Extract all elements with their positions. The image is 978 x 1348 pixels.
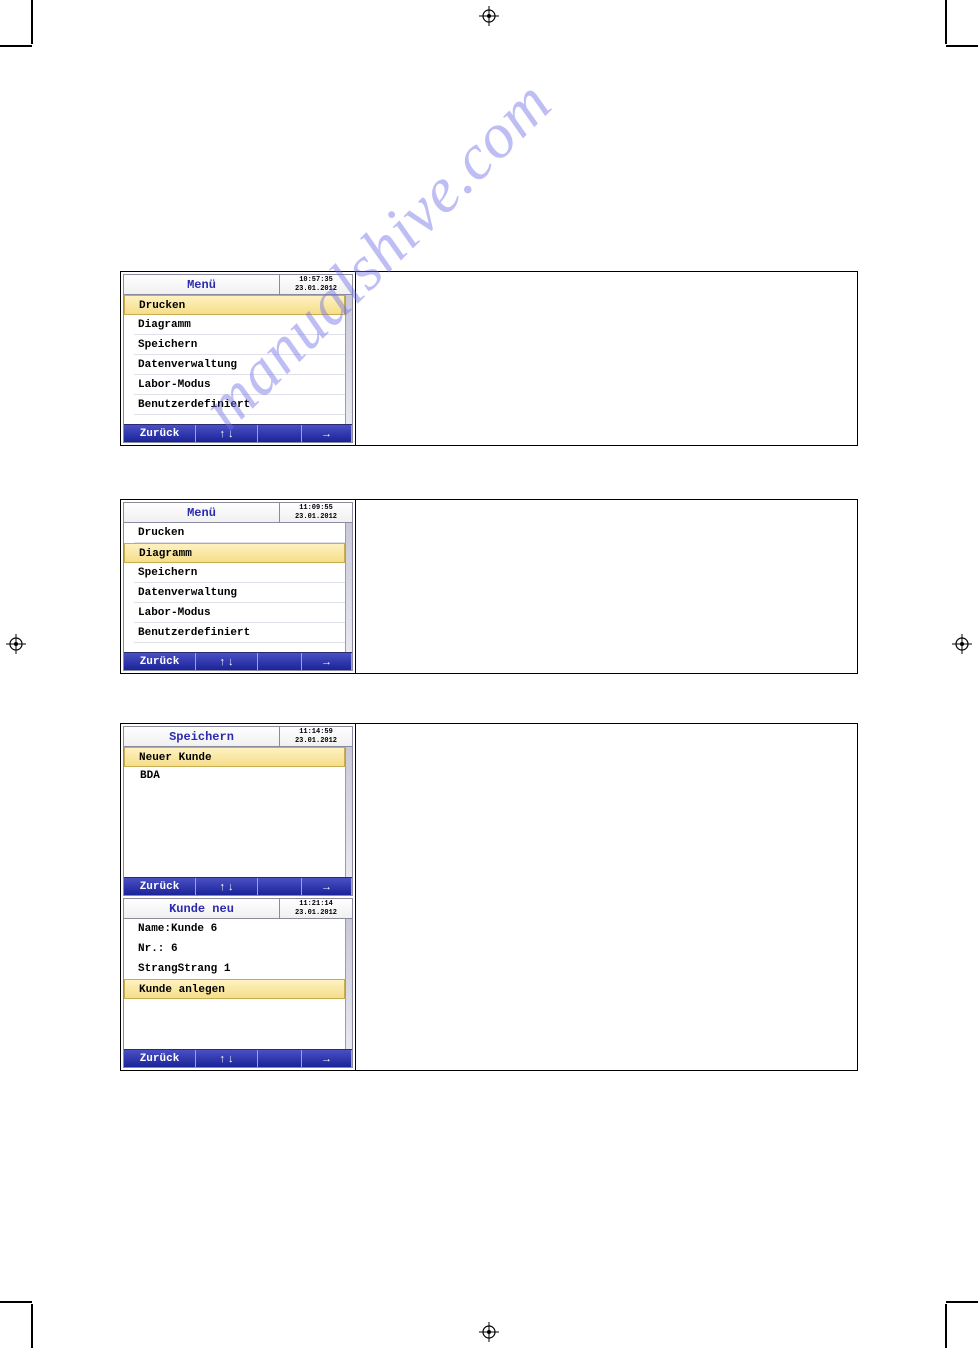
screenshot-cell: Menü 11:09:55 23.01.2012 Drucken Diagram… — [121, 500, 356, 673]
softkey-bar: Zurück ↑ ↓ → — [124, 1049, 352, 1067]
softkey-blank — [258, 653, 302, 670]
registration-mark-icon — [6, 634, 26, 654]
description-cell — [356, 500, 857, 673]
screen-datetime: 11:21:14 23.01.2012 — [280, 899, 352, 918]
softkey-bar: Zurück ↑ ↓ → — [124, 877, 352, 895]
softkey-enter[interactable]: → — [302, 878, 352, 895]
menu-item-neuer-kunde[interactable]: Neuer Kunde — [124, 747, 345, 767]
crop-mark — [946, 45, 978, 47]
softkey-back[interactable]: Zurück — [124, 1050, 196, 1067]
softkey-back[interactable]: Zurück — [124, 653, 196, 670]
softkey-updown[interactable]: ↑ ↓ — [196, 878, 258, 895]
crop-mark — [945, 1304, 947, 1348]
softkey-blank — [258, 878, 302, 895]
screen-date: 23.01.2012 — [280, 737, 352, 746]
menu-item-datenverwaltung[interactable]: Datenverwaltung — [134, 583, 345, 603]
softkey-blank — [258, 425, 302, 442]
field-nr[interactable]: Nr.: 6 — [134, 939, 345, 959]
panel-row-1: Menü 10:57:35 23.01.2012 Drucken Diagram… — [120, 271, 858, 446]
menu-item-benutzerdefiniert[interactable]: Benutzerdefiniert — [134, 623, 345, 643]
menu-item-diagramm[interactable]: Diagramm — [134, 315, 345, 335]
menu-item-benutzerdefiniert[interactable]: Benutzerdefiniert — [134, 395, 345, 415]
menu-item-speichern[interactable]: Speichern — [134, 335, 345, 355]
screen-date: 23.01.2012 — [280, 909, 352, 918]
scrollbar[interactable] — [345, 523, 352, 652]
softkey-updown[interactable]: ↑ ↓ — [196, 425, 258, 442]
scrollbar[interactable] — [345, 919, 352, 1049]
crop-mark — [31, 0, 33, 44]
screen-title: Speichern — [124, 727, 280, 746]
crop-mark — [946, 1301, 978, 1303]
softkey-updown[interactable]: ↑ ↓ — [196, 653, 258, 670]
screen-time: 11:21:14 — [280, 900, 352, 909]
screenshot-cell: Menü 10:57:35 23.01.2012 Drucken Diagram… — [121, 272, 356, 445]
screen-title: Menü — [124, 275, 280, 294]
menu-item-labor-modus[interactable]: Labor-Modus — [134, 603, 345, 623]
menu-item-diagramm[interactable]: Diagramm — [124, 543, 345, 563]
customer-list: BDA — [134, 767, 345, 877]
softkey-blank — [258, 1050, 302, 1067]
scrollbar[interactable] — [345, 295, 352, 424]
menu-item-drucken[interactable]: Drucken — [134, 523, 345, 543]
device-screen-kunde-neu: Kunde neu 11:21:14 23.01.2012 Name:Kunde… — [123, 898, 353, 1068]
softkey-back[interactable]: Zurück — [124, 425, 196, 442]
crop-mark — [31, 1304, 33, 1348]
screen-datetime: 11:09:55 23.01.2012 — [280, 503, 352, 522]
device-screen-speichern: Speichern 11:14:59 23.01.2012 Neuer Kund… — [123, 726, 353, 896]
softkey-bar: Zurück ↑ ↓ → — [124, 652, 352, 670]
screen-date: 23.01.2012 — [280, 285, 352, 294]
list-item[interactable]: BDA — [140, 770, 339, 782]
crop-mark — [0, 45, 32, 47]
menu-item-labor-modus[interactable]: Labor-Modus — [134, 375, 345, 395]
screenshot-cell: Speichern 11:14:59 23.01.2012 Neuer Kund… — [121, 724, 356, 1070]
softkey-back[interactable]: Zurück — [124, 878, 196, 895]
screen-datetime: 10:57:35 23.01.2012 — [280, 275, 352, 294]
action-kunde-anlegen[interactable]: Kunde anlegen — [124, 979, 345, 999]
registration-mark-icon — [479, 6, 499, 26]
description-cell — [356, 272, 857, 445]
scrollbar[interactable] — [345, 747, 352, 877]
screen-time: 11:09:55 — [280, 504, 352, 513]
softkey-enter[interactable]: → — [302, 653, 352, 670]
screen-title: Kunde neu — [124, 899, 280, 918]
device-screen-menu-drucken: Menü 10:57:35 23.01.2012 Drucken Diagram… — [123, 274, 353, 443]
softkey-updown[interactable]: ↑ ↓ — [196, 1050, 258, 1067]
softkey-bar: Zurück ↑ ↓ → — [124, 424, 352, 442]
crop-mark — [945, 0, 947, 44]
softkey-enter[interactable]: → — [302, 425, 352, 442]
screen-title: Menü — [124, 503, 280, 522]
field-name[interactable]: Name:Kunde 6 — [134, 919, 345, 939]
screen-date: 23.01.2012 — [280, 513, 352, 522]
device-screen-menu-diagramm: Menü 11:09:55 23.01.2012 Drucken Diagram… — [123, 502, 353, 671]
menu-item-speichern[interactable]: Speichern — [134, 563, 345, 583]
screen-datetime: 11:14:59 23.01.2012 — [280, 727, 352, 746]
menu-item-drucken[interactable]: Drucken — [124, 295, 345, 315]
screen-time: 10:57:35 — [280, 276, 352, 285]
description-cell — [356, 724, 857, 1070]
panel-row-2: Menü 11:09:55 23.01.2012 Drucken Diagram… — [120, 499, 858, 674]
menu-item-datenverwaltung[interactable]: Datenverwaltung — [134, 355, 345, 375]
field-strang[interactable]: StrangStrang 1 — [134, 959, 345, 979]
softkey-enter[interactable]: → — [302, 1050, 352, 1067]
registration-mark-icon — [952, 634, 972, 654]
registration-mark-icon — [479, 1322, 499, 1342]
crop-mark — [0, 1301, 32, 1303]
screen-time: 11:14:59 — [280, 728, 352, 737]
panel-row-3: Speichern 11:14:59 23.01.2012 Neuer Kund… — [120, 723, 858, 1071]
